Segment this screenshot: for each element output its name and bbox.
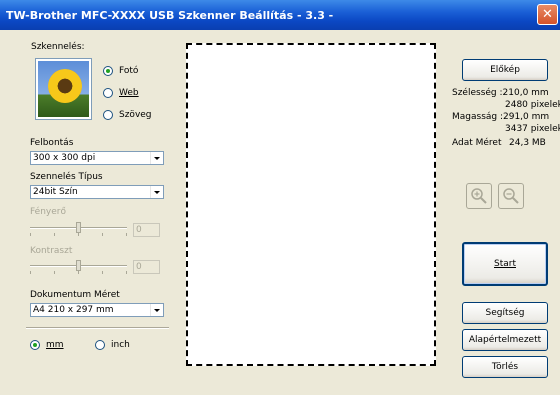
scan-text-radio[interactable] <box>103 110 113 120</box>
chevron-down-icon[interactable] <box>150 152 163 164</box>
divider <box>26 327 169 329</box>
preview-button[interactable]: Előkép <box>462 59 548 81</box>
unit-inch-label[interactable]: inch <box>111 340 130 350</box>
contrast-slider[interactable] <box>30 260 127 274</box>
height-pixels: 3437 pixelek <box>505 124 560 134</box>
brightness-label: Fényerő <box>30 207 66 217</box>
width-label: Szélesség :210,0 mm <box>452 88 549 98</box>
contrast-label: Kontraszt <box>30 246 73 256</box>
chevron-down-icon[interactable] <box>150 186 163 198</box>
brightness-slider-thumb[interactable] <box>76 222 81 233</box>
chevron-down-icon[interactable] <box>150 304 163 316</box>
document-size-label: Dokumentum Méret <box>30 290 120 300</box>
sunflower-photo-icon <box>35 58 92 120</box>
contrast-value[interactable]: 0 <box>133 260 160 274</box>
close-button[interactable]: ✕ <box>537 4 558 25</box>
zoom-out-icon[interactable] <box>498 183 524 209</box>
height-label: Magasság :291,0 mm <box>452 112 550 122</box>
scan-web-radio[interactable] <box>103 88 113 98</box>
scan-photo-radio[interactable] <box>103 66 113 76</box>
document-size-value: A4 210 x 297 mm <box>33 305 114 315</box>
start-button[interactable]: Start <box>462 242 548 286</box>
scan-label: Szkennelés: <box>31 42 85 52</box>
brightness-slider[interactable] <box>30 222 127 236</box>
window-title: TW-Brother MFC-XXXX USB Szkenner Beállít… <box>6 8 334 22</box>
help-button[interactable]: Segítség <box>462 302 548 324</box>
unit-inch-radio[interactable] <box>95 340 105 350</box>
default-button[interactable]: Alapértelmezett <box>462 329 548 351</box>
scan-web-label[interactable]: Web <box>119 88 139 98</box>
resolution-value: 300 x 300 dpi <box>33 153 96 163</box>
preview-area[interactable] <box>186 43 436 366</box>
scan-type-label: Szennelés Típus <box>30 172 103 182</box>
title-bar: TW-Brother MFC-XXXX USB Szkenner Beállít… <box>0 0 560 30</box>
scan-photo-label[interactable]: Fotó <box>119 66 138 76</box>
data-size-label: Adat Méret <box>452 138 502 148</box>
zoom-in-icon[interactable] <box>466 183 492 209</box>
scan-text-label[interactable]: Szöveg <box>119 110 152 120</box>
resolution-select[interactable]: 300 x 300 dpi <box>30 151 164 165</box>
data-size-value: 24,3 MB <box>509 138 546 148</box>
unit-mm-label[interactable]: mm <box>46 340 64 350</box>
contrast-slider-thumb[interactable] <box>76 260 81 271</box>
scan-type-select[interactable]: 24bit Szín <box>30 185 164 199</box>
brightness-value[interactable]: 0 <box>133 223 160 237</box>
width-pixels: 2480 pixelek <box>505 100 560 110</box>
document-size-select[interactable]: A4 210 x 297 mm <box>30 303 164 317</box>
scan-type-value: 24bit Szín <box>33 187 78 197</box>
resolution-label: Felbontás <box>30 138 74 148</box>
unit-mm-radio[interactable] <box>30 340 40 350</box>
delete-button[interactable]: Törlés <box>462 356 548 378</box>
